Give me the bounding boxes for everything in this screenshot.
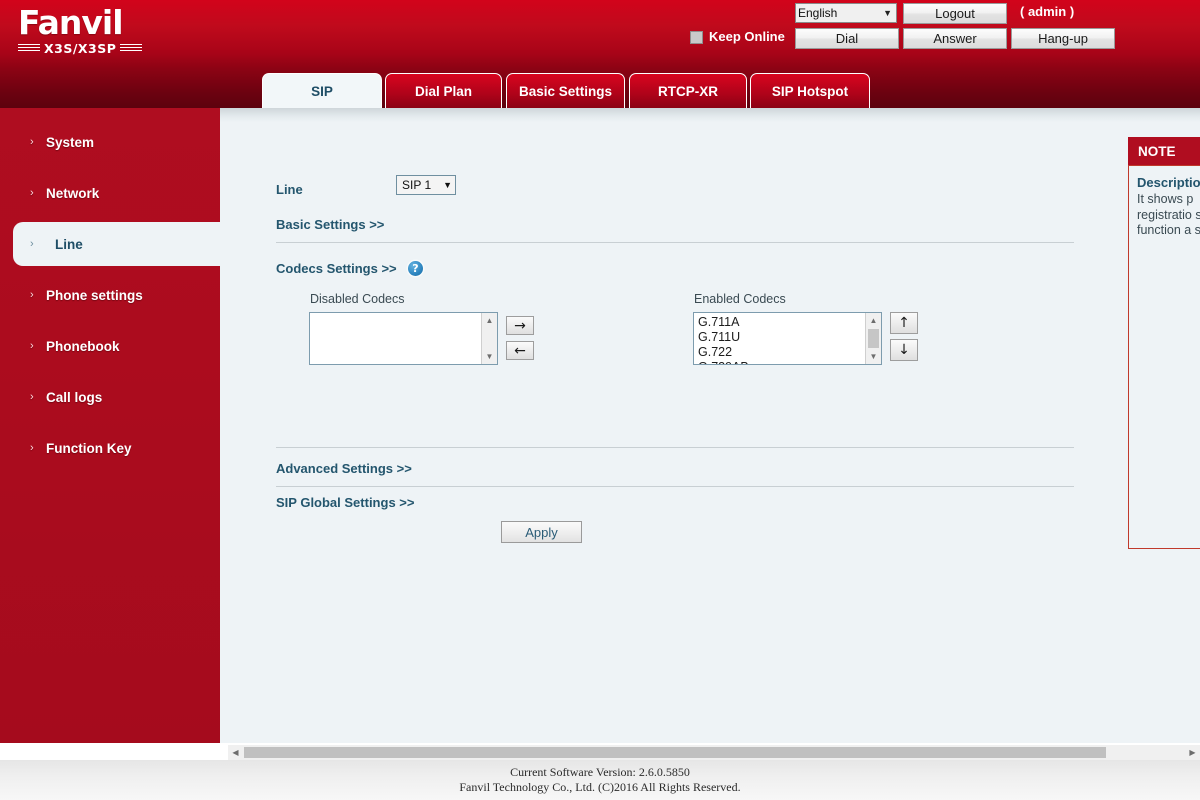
chevron-right-icon: ›: [30, 136, 34, 148]
enabled-codecs-scrollbar[interactable]: ▲ ▼: [865, 313, 881, 364]
sidebar-item-phone-settings[interactable]: › Phone settings: [0, 273, 220, 317]
scroll-left-icon[interactable]: ◀: [228, 745, 243, 760]
sidebar-item-label: Network: [46, 185, 100, 201]
tab-dial-plan[interactable]: Dial Plan: [385, 73, 502, 108]
line-select[interactable]: SIP 1 ▼: [396, 175, 456, 195]
tab-rtcp-xr[interactable]: RTCP-XR: [629, 73, 747, 108]
sidebar: › System › Network › Line › Phone settin…: [0, 60, 220, 743]
horizontal-scroll-thumb[interactable]: [244, 747, 1106, 758]
divider: [276, 242, 1074, 243]
content-top-fade: [220, 108, 1200, 122]
chevron-down-icon: ▼: [443, 180, 452, 190]
disabled-codecs-items: [310, 313, 481, 315]
sidebar-item-label: Call logs: [46, 389, 103, 405]
keep-online-label: Keep Online: [709, 29, 785, 44]
enabled-codecs-caption: Enabled Codecs: [694, 292, 786, 306]
move-down-button[interactable]: ↓: [890, 339, 918, 361]
sidebar-item-label: Phonebook: [46, 338, 120, 354]
enabled-codecs-items: G.711AG.711UG.722G.729AB: [694, 313, 865, 364]
scroll-thumb[interactable]: [868, 329, 879, 348]
divider: [276, 486, 1074, 487]
disabled-codecs-listbox[interactable]: ▲ ▼: [309, 312, 498, 365]
list-item[interactable]: G.711A: [698, 315, 865, 330]
keep-online-checkbox[interactable]: [690, 31, 703, 44]
copyright-text: Fanvil Technology Co., Ltd. (C)2016 All …: [459, 780, 741, 794]
hangup-button[interactable]: Hang-up: [1011, 28, 1115, 49]
disabled-codecs-scrollbar[interactable]: ▲ ▼: [481, 313, 497, 364]
sidebar-item-label: Function Key: [46, 440, 132, 456]
line-label: Line: [276, 182, 303, 197]
scroll-down-icon[interactable]: ▼: [866, 349, 881, 364]
basic-settings-section-toggle[interactable]: Basic Settings >>: [276, 217, 384, 232]
codecs-settings-section-toggle[interactable]: Codecs Settings >>: [276, 261, 397, 276]
sip-global-settings-section-toggle[interactable]: SIP Global Settings >>: [276, 495, 414, 510]
app-header: Fanvil X3S/X3SP English ▼ Logout ( admin…: [0, 0, 1200, 68]
list-item[interactable]: G.729AB: [698, 360, 865, 364]
sidebar-item-phonebook[interactable]: › Phonebook: [0, 324, 220, 368]
chevron-right-icon: ›: [30, 391, 34, 403]
sidebar-item-system[interactable]: › System: [0, 120, 220, 164]
list-item[interactable]: G.722: [698, 345, 865, 360]
logo-model-text: X3S/X3SP: [18, 41, 143, 56]
list-item[interactable]: G.711U: [698, 330, 865, 345]
note-panel-header: NOTE: [1128, 137, 1200, 165]
tab-sip[interactable]: SIP: [262, 73, 382, 108]
sidebar-item-function-key[interactable]: › Function Key: [0, 426, 220, 470]
sidebar-item-label: Phone settings: [46, 287, 143, 303]
note-description-text: It shows p registratio settings a functi…: [1137, 192, 1200, 237]
language-select[interactable]: English ▼: [795, 3, 897, 23]
chevron-right-icon: ›: [30, 289, 34, 301]
content-area: Line SIP 1 ▼ Basic Settings >> Codecs Se…: [220, 108, 1200, 743]
note-panel-body: Description: It shows p registratio sett…: [1128, 165, 1200, 549]
sidebar-item-network[interactable]: › Network: [0, 171, 220, 215]
disabled-codecs-caption: Disabled Codecs: [310, 292, 405, 306]
tab-basic-settings[interactable]: Basic Settings: [506, 73, 625, 108]
chevron-right-icon: ›: [30, 340, 34, 352]
page-footer: Current Software Version: 2.6.0.5850 Fan…: [0, 760, 1200, 800]
move-up-button[interactable]: ↑: [890, 312, 918, 334]
app-root: › System › Network › Line › Phone settin…: [0, 0, 1200, 800]
apply-button[interactable]: Apply: [501, 521, 582, 543]
line-select-value: SIP 1: [402, 178, 432, 192]
scroll-up-icon[interactable]: ▲: [482, 313, 497, 328]
divider: [276, 447, 1074, 448]
tab-bar: SIP Dial Plan Basic Settings RTCP-XR SIP…: [0, 68, 1200, 108]
scroll-right-icon[interactable]: ▶: [1185, 745, 1200, 760]
bottom-left-strip: [0, 743, 220, 760]
software-version-text: Current Software Version: 2.6.0.5850: [510, 765, 690, 779]
chevron-right-icon: ›: [30, 187, 34, 199]
note-panel: NOTE Description: It shows p registratio…: [1128, 137, 1200, 549]
chevron-right-icon: ›: [30, 238, 34, 250]
logout-button[interactable]: Logout: [903, 3, 1007, 24]
move-right-button[interactable]: →: [506, 316, 534, 335]
horizontal-scrollbar[interactable]: ◀ ▶: [228, 745, 1200, 760]
chevron-right-icon: ›: [30, 442, 34, 454]
chevron-down-icon: ▼: [883, 8, 892, 18]
advanced-settings-section-toggle[interactable]: Advanced Settings >>: [276, 461, 412, 476]
language-value: English: [798, 6, 838, 20]
sidebar-item-line[interactable]: › Line: [13, 222, 220, 266]
scroll-down-icon[interactable]: ▼: [482, 349, 497, 364]
sidebar-item-label: System: [46, 134, 95, 150]
tab-sip-hotspot[interactable]: SIP Hotspot: [750, 73, 870, 108]
sidebar-item-call-logs[interactable]: › Call logs: [0, 375, 220, 419]
sidebar-item-label: Line: [55, 236, 83, 252]
current-user-label: ( admin ): [1020, 4, 1075, 19]
scroll-up-icon[interactable]: ▲: [866, 313, 881, 328]
move-left-button[interactable]: ←: [506, 341, 534, 360]
sip-settings-pane: Line SIP 1 ▼ Basic Settings >> Codecs Se…: [220, 122, 1200, 743]
logo-brand-text: Fanvil: [18, 3, 124, 42]
note-description-title: Description:: [1137, 175, 1200, 190]
dial-button[interactable]: Dial: [795, 28, 899, 49]
help-icon[interactable]: ?: [408, 261, 423, 276]
answer-button[interactable]: Answer: [903, 28, 1007, 49]
enabled-codecs-listbox[interactable]: G.711AG.711UG.722G.729AB ▲ ▼: [693, 312, 882, 365]
fanvil-logo: Fanvil X3S/X3SP: [18, 6, 158, 62]
